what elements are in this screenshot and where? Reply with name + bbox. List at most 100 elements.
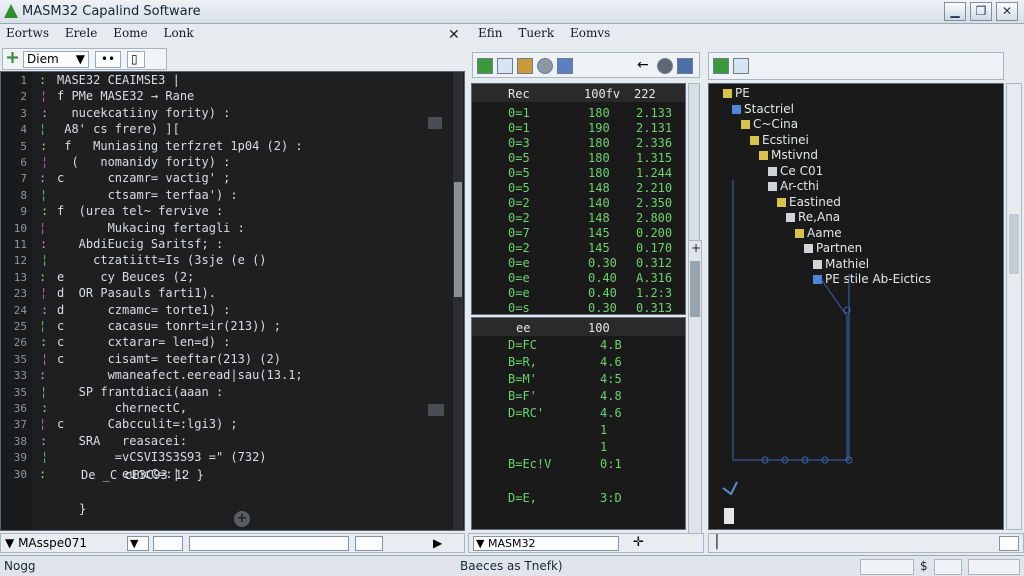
gear-icon[interactable]: [657, 58, 673, 74]
table-cell: 2.131: [636, 121, 673, 135]
fold-guide: ¦: [39, 122, 47, 137]
mini-marker: [428, 117, 442, 129]
editor-menu-bar: Eortws Erele Eome Lonk: [6, 26, 461, 46]
add-icon[interactable]: +: [234, 511, 250, 527]
tree-expand-icon[interactable]: [733, 58, 749, 74]
line-number: 10: [13, 221, 27, 235]
close-button[interactable]: ✕: [996, 2, 1018, 21]
table-cell: 1.244: [636, 166, 673, 180]
fold-guide: ¦: [41, 253, 49, 268]
status-horizontal-scroll[interactable]: [189, 536, 349, 551]
tree-status-button[interactable]: [999, 536, 1019, 551]
options-button[interactable]: ••: [95, 51, 121, 68]
middle-vertical-scrollbar[interactable]: +: [688, 240, 702, 535]
table-cell: 4:5: [600, 372, 622, 386]
code-line: SP frantdiaci(aaan :: [57, 384, 224, 399]
settings-icon[interactable]: [537, 58, 553, 74]
menu-item-eortws[interactable]: Eortws: [6, 26, 49, 40]
table-cell: 2.336: [636, 136, 673, 150]
table-cell: 0=5: [508, 181, 530, 195]
line-number: 5: [20, 139, 27, 153]
back-arrow-icon[interactable]: ←: [637, 57, 649, 73]
table-cell: 0.313: [636, 301, 673, 315]
footer-field: [860, 559, 914, 575]
code-line: c cnzamr= vactig' ;: [57, 171, 231, 186]
line-number: 13: [13, 270, 27, 284]
status-small-combo-2[interactable]: [153, 536, 183, 551]
line-number: 3: [20, 106, 27, 120]
fold-guide: :: [41, 302, 49, 317]
status-arrow-icon: ▼: [476, 537, 485, 550]
table-cell: 0=1: [508, 121, 530, 135]
code-line: wmaneafect.eeread|sau(13.1;: [57, 368, 303, 383]
line-number: 38: [13, 434, 27, 448]
editor-vertical-scrollbar[interactable]: [453, 72, 463, 530]
table-cell: D=RC': [508, 406, 545, 420]
status-file[interactable]: ▼ MAsspe071: [5, 536, 87, 550]
fold-guide: ¦: [40, 384, 48, 399]
editor-close-icon[interactable]: ✕: [448, 27, 460, 43]
table-cell: 0.40: [588, 286, 617, 300]
open-icon[interactable]: [497, 58, 513, 74]
plus-icon[interactable]: ✛: [633, 535, 644, 550]
tree-vertical-scrollbar[interactable]: [1006, 83, 1022, 530]
maximize-button[interactable]: ❐: [970, 2, 992, 21]
line-number: 6: [20, 156, 27, 169]
fold-guide: ¦: [40, 89, 48, 104]
table-cell: 2.133: [636, 106, 673, 120]
menu-item-eome[interactable]: Eome: [113, 26, 147, 40]
middle-scroll-thumb[interactable]: [690, 261, 700, 317]
menu-item-erele[interactable]: Erele: [65, 26, 98, 40]
line-number: 24: [13, 303, 27, 317]
scroll-add-icon[interactable]: +: [691, 241, 701, 255]
table-cell: 3:D: [600, 491, 622, 505]
fold-guide: :: [39, 269, 47, 284]
code-editor[interactable]: 1 MASE32 CEAIMSE3 |:2 f PMe MASE32 → Rane ¦…: [0, 71, 465, 531]
table-cell: 0.30: [588, 256, 617, 270]
play-icon[interactable]: ▶: [433, 536, 442, 550]
table-cell: 1.315: [636, 151, 673, 165]
editor-scroll-thumb[interactable]: [454, 182, 462, 297]
new-icon[interactable]: [477, 58, 493, 74]
tree-view-icon[interactable]: [713, 58, 729, 74]
view-combo-value: Diem: [27, 52, 59, 66]
table-cell: 2.800: [636, 211, 673, 225]
menu-item-eomvs[interactable]: Eomvs: [570, 26, 610, 40]
menu-item-lonk[interactable]: Lonk: [163, 26, 193, 40]
fold-guide: ¦: [39, 220, 47, 235]
line-number: 23: [13, 287, 27, 301]
view-combo[interactable]: Diem ▼: [23, 51, 89, 68]
save-icon[interactable]: [557, 58, 573, 74]
line-number: 36: [13, 402, 27, 415]
page-icon[interactable]: ▯: [127, 51, 145, 68]
status-small-combo[interactable]: ▼: [127, 536, 149, 551]
code-line: f Muniasing terfzret 1p04 (2) :: [57, 138, 303, 153]
table-cell: 4.B: [600, 338, 622, 352]
table-cell: 0=2: [508, 196, 530, 210]
fold-guide: ¦: [39, 319, 47, 333]
tree-scroll-thumb[interactable]: [1009, 214, 1019, 274]
middle-status-combo[interactable]: ▼ MASM32: [473, 536, 619, 551]
status-small-combo-3[interactable]: [355, 536, 383, 551]
footer-left-text: Nogg: [4, 559, 36, 573]
app-logo-icon: [4, 4, 18, 18]
app-window: MASM32 Capalind Software ▁ ❐ ✕ Eortws Er…: [0, 0, 1024, 576]
editor-status-bar: ▼ MAsspe071 ▼ ▶: [0, 533, 465, 553]
menu-item-efin[interactable]: Efin: [478, 26, 503, 40]
code-line: ctzatiitt=Is (3sje (e (): [57, 253, 267, 268]
code-line: f (urea tel~ fervive :: [57, 204, 224, 219]
table-cell: 4.8: [600, 389, 622, 403]
minimize-button[interactable]: ▁: [944, 2, 966, 21]
folder-icon[interactable]: [517, 58, 533, 74]
code-line: Mukacing fertagli :: [57, 220, 245, 235]
tools-icon[interactable]: [677, 58, 693, 74]
code-line: ( nomanidy fority) :: [57, 155, 231, 169]
table-cell: 0.200: [636, 226, 673, 240]
fold-guide: ¦: [40, 286, 48, 301]
table-cell: 0=e: [508, 286, 530, 300]
line-number: 35: [13, 352, 27, 366]
menu-item-tuerk[interactable]: Tuerk: [518, 26, 554, 40]
status-arrow-icon: ▼: [5, 536, 15, 550]
table-cell: 0.40: [588, 271, 617, 285]
fold-guide: ¦: [40, 187, 48, 202]
